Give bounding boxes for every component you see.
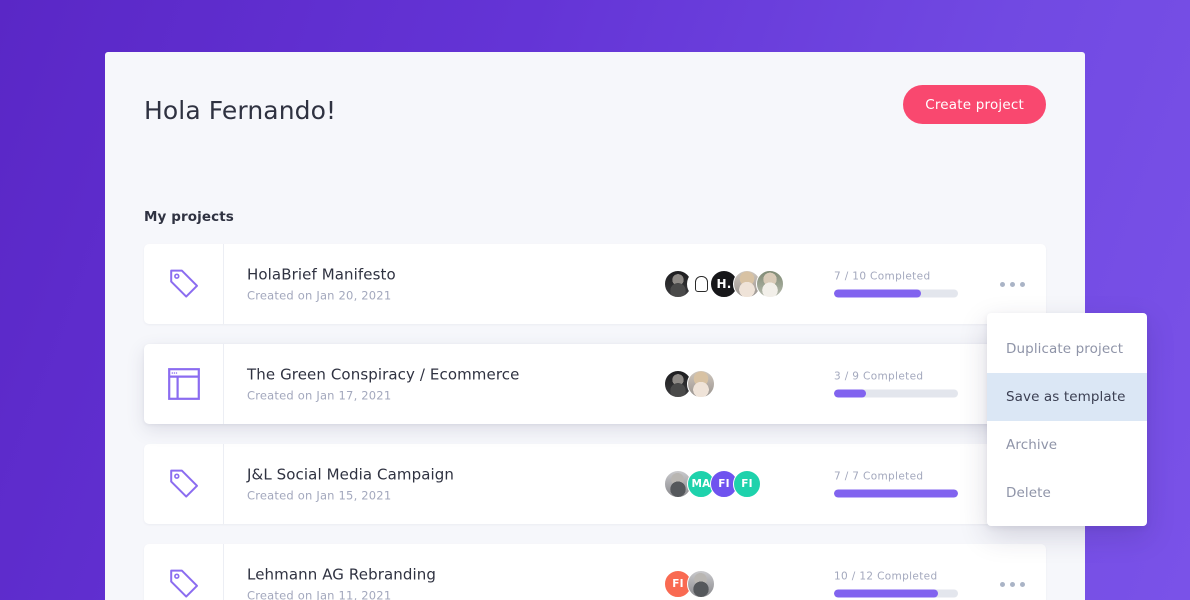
row-more-options-button[interactable] (995, 574, 1029, 594)
row-more-options-button[interactable] (995, 274, 1029, 294)
project-row-content: The Green Conspiracy / Ecommerce Created … (224, 344, 1046, 424)
context-menu-item[interactable]: Duplicate project (987, 325, 1147, 373)
context-menu-item[interactable]: Archive (987, 421, 1147, 469)
project-row[interactable]: The Green Conspiracy / Ecommerce Created … (144, 344, 1046, 424)
dot-icon (1019, 581, 1025, 587)
avatar-initials: H. (716, 277, 732, 291)
layout-icon (167, 368, 200, 400)
avatar (687, 570, 715, 598)
tag-icon (169, 469, 198, 498)
project-list: HolaBrief Manifesto Created on Jan 20, 20… (144, 244, 1046, 600)
dot-icon (1019, 281, 1025, 287)
progress-fill (834, 489, 958, 498)
member-avatar-group (664, 370, 715, 398)
project-text: Lehmann AG Rebranding Created on Jan 11, … (247, 566, 436, 600)
create-project-button[interactable]: Create project (903, 85, 1046, 124)
context-menu-item[interactable]: Delete (987, 469, 1147, 517)
project-text: HolaBrief Manifesto Created on Jan 20, 20… (247, 266, 396, 303)
project-name: J&L Social Media Campaign (247, 465, 454, 484)
progress-fill (834, 589, 939, 598)
avatar-initials: MA (691, 478, 711, 490)
project-row[interactable]: J&L Social Media Campaign Created on Jan … (144, 444, 1046, 524)
dot-icon (999, 581, 1005, 587)
progress-block: 3 / 9 Completed (834, 371, 958, 398)
project-created-date: Created on Jan 20, 2021 (247, 288, 392, 303)
member-avatar-group: MA FI FI (664, 470, 761, 498)
member-avatar-group: H. (664, 270, 784, 298)
project-icon-cell (144, 444, 224, 524)
project-name: Lehmann AG Rebranding (247, 565, 436, 584)
tag-icon (169, 269, 198, 298)
page-title: Hola Fernando! (144, 96, 337, 125)
avatar-initials: FI (718, 478, 730, 490)
avatar: FI (733, 470, 761, 498)
progress-track (834, 489, 958, 498)
project-created-date: Created on Jan 17, 2021 (247, 388, 392, 403)
dot-icon (999, 281, 1005, 287)
section-title: My projects (144, 209, 234, 225)
avatar (687, 370, 715, 398)
app-header: Hola Fernando! Create project (105, 52, 1085, 157)
project-row[interactable]: Lehmann AG Rebranding Created on Jan 11, … (144, 544, 1046, 600)
progress-label: 3 / 9 Completed (834, 370, 924, 383)
project-row-content: J&L Social Media Campaign Created on Jan … (224, 444, 1046, 524)
project-row-content: HolaBrief Manifesto Created on Jan 20, 20… (224, 244, 1046, 324)
project-name: HolaBrief Manifesto (247, 265, 396, 284)
dot-icon (1009, 581, 1015, 587)
project-icon-cell (144, 544, 224, 600)
project-created-date: Created on Jan 15, 2021 (247, 488, 392, 503)
context-menu-item[interactable]: Save as template (987, 373, 1147, 421)
project-row-content: Lehmann AG Rebranding Created on Jan 11, … (224, 544, 1046, 600)
project-name: The Green Conspiracy / Ecommerce (247, 365, 520, 384)
dot-icon (1009, 281, 1015, 287)
progress-label: 7 / 7 Completed (834, 470, 924, 483)
progress-fill (834, 289, 921, 298)
progress-track (834, 289, 958, 298)
project-row[interactable]: HolaBrief Manifesto Created on Jan 20, 20… (144, 244, 1046, 324)
progress-track (834, 389, 958, 398)
avatar-initials: FI (741, 478, 753, 490)
progress-block: 10 / 12 Completed (834, 571, 958, 598)
progress-block: 7 / 7 Completed (834, 471, 958, 498)
progress-track (834, 589, 958, 598)
project-text: J&L Social Media Campaign Created on Jan … (247, 466, 454, 503)
tag-icon (169, 569, 198, 598)
avatar (756, 270, 784, 298)
progress-label: 10 / 12 Completed (834, 570, 938, 583)
context-menu[interactable]: Duplicate project Save as template Archive… (987, 313, 1147, 526)
project-created-date: Created on Jan 11, 2021 (247, 588, 392, 600)
progress-label: 7 / 10 Completed (834, 270, 931, 283)
app-window: Hola Fernando! Create project My project… (105, 52, 1085, 600)
progress-fill (834, 389, 867, 398)
member-avatar-group: FI (664, 570, 715, 598)
project-text: The Green Conspiracy / Ecommerce Created … (247, 366, 519, 403)
avatar-initials: FI (672, 578, 684, 590)
project-icon-cell (144, 244, 224, 324)
project-icon-cell (144, 344, 224, 424)
progress-block: 7 / 10 Completed (834, 271, 958, 298)
